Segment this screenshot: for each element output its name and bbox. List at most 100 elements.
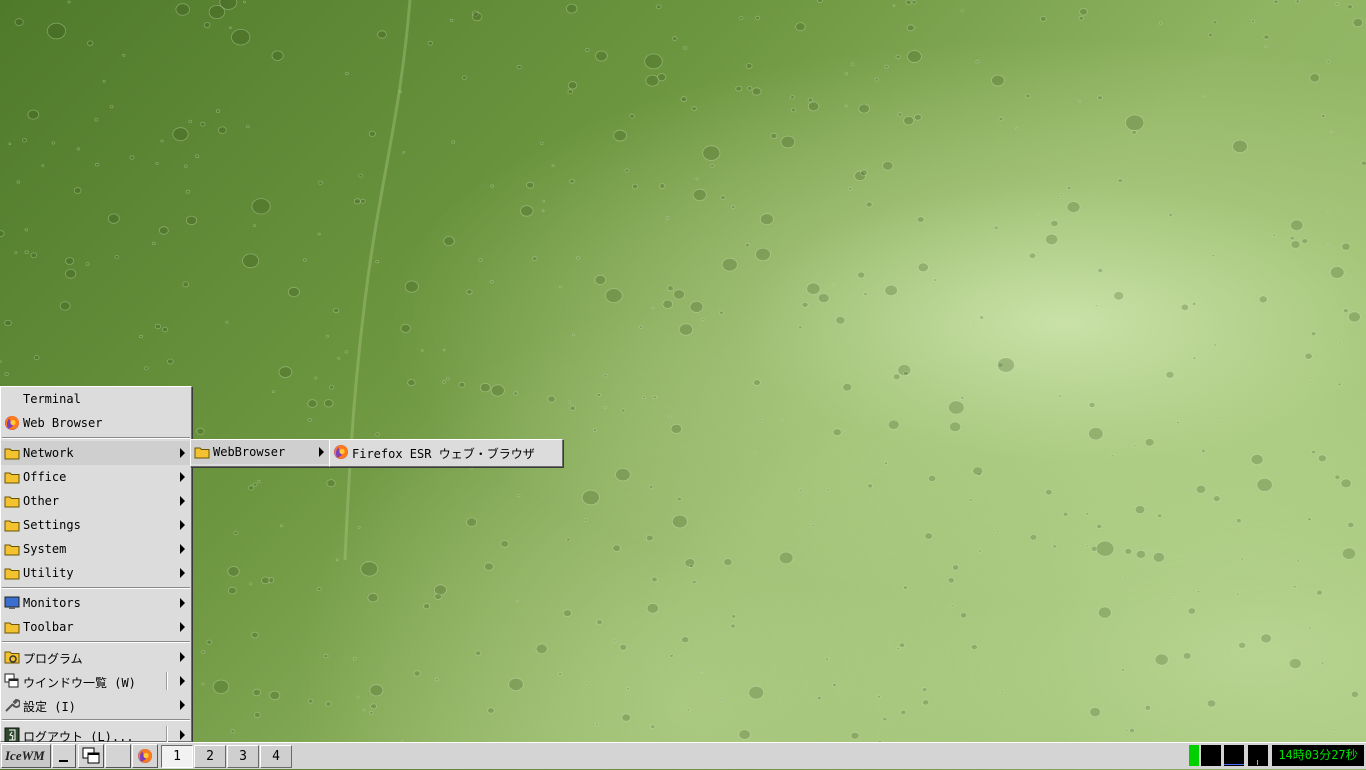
menu-item-label: Web Browser	[23, 416, 103, 430]
raindrop	[278, 366, 293, 378]
raindrop	[947, 400, 965, 415]
raindrop	[541, 209, 545, 212]
firefox-icon	[4, 415, 20, 431]
raindrop	[251, 198, 271, 215]
raindrop	[678, 323, 694, 336]
raindrop	[1309, 380, 1313, 384]
monitor-icon	[4, 595, 20, 611]
raindrop	[681, 636, 690, 644]
menu-item-monitors[interactable]: Monitors	[1, 591, 191, 615]
raindrop	[1085, 511, 1090, 516]
raindrop	[613, 129, 627, 142]
raindrop	[33, 355, 40, 361]
raindrop	[665, 216, 670, 220]
raindrop	[1308, 626, 1312, 630]
menu-item-label: ウインドウ一覧 (W)	[23, 676, 136, 690]
menu-item-webbrowser-folder[interactable]: WebBrowser	[191, 440, 330, 464]
menu-item-web-browser[interactable]: Web Browser	[1, 411, 191, 435]
raindrop	[1212, 19, 1218, 25]
raindrop	[1289, 219, 1304, 232]
raindrop	[94, 118, 99, 122]
raindrop	[874, 77, 879, 82]
show-desktop-button[interactable]	[52, 744, 76, 768]
raindrop	[1117, 178, 1123, 183]
submenu-arrow-icon	[180, 472, 185, 482]
raindrop	[445, 377, 450, 381]
raindrop	[676, 496, 682, 502]
firefox-launcher[interactable]	[132, 744, 158, 768]
raindrop	[377, 30, 387, 39]
menu-item-preferences[interactable]: 設定 (I)	[1, 693, 191, 717]
raindrop	[897, 112, 903, 117]
firefox-icon	[333, 444, 349, 460]
menu-item-utility[interactable]: Utility	[1, 561, 191, 585]
cpu-monitor[interactable]	[1189, 745, 1199, 766]
workspace-button-4[interactable]: 4	[260, 745, 292, 768]
raindrop	[4, 319, 12, 327]
workspace-button-1[interactable]: 1	[161, 745, 193, 768]
raindrop	[1165, 370, 1175, 379]
raindrop	[585, 47, 590, 52]
raindrop	[621, 408, 626, 413]
icewm-logo: IceWM	[5, 748, 45, 763]
raindrop	[253, 712, 261, 718]
menu-item-office[interactable]: Office	[1, 465, 191, 489]
raindrop	[195, 154, 200, 159]
raindrop	[641, 395, 646, 400]
raindrop	[1317, 454, 1327, 463]
menu-item-toolbar[interactable]: Toolbar	[1, 615, 191, 639]
workspace-button-2[interactable]: 2	[194, 745, 226, 768]
menu-item-programs[interactable]: プログラム	[1, 645, 191, 669]
raindrop	[959, 612, 968, 619]
memory-monitor[interactable]	[1201, 745, 1221, 766]
raindrop	[16, 180, 21, 184]
menu-item-settings[interactable]: Settings	[1, 513, 191, 537]
raindrop	[857, 271, 866, 279]
raindrop	[691, 106, 697, 111]
raindrop	[85, 262, 90, 266]
raindrop	[1040, 15, 1047, 22]
menu-item-terminal[interactable]: Terminal	[1, 387, 191, 411]
raindrop	[0, 360, 2, 363]
menu-item-network[interactable]: Network	[1, 441, 191, 465]
raindrop	[516, 599, 520, 603]
raindrop	[572, 333, 576, 337]
raindrop	[333, 307, 340, 314]
taskbar: IceWM 1 2 3 4 14時03分27秒	[0, 742, 1366, 769]
raindrop	[520, 205, 534, 217]
menu-item-system[interactable]: System	[1, 537, 191, 561]
submenu-arrow-icon	[180, 652, 185, 662]
terminal-launcher[interactable]	[105, 744, 131, 768]
menu-item-other[interactable]: Other	[1, 489, 191, 513]
raindrop	[807, 97, 814, 103]
clock[interactable]: 14時03分27秒	[1272, 745, 1364, 766]
menu-item-window-list[interactable]: ウインドウ一覧 (W)	[1, 669, 191, 693]
raindrop	[51, 141, 55, 145]
raindrop	[356, 695, 360, 699]
raindrop	[605, 288, 623, 304]
workspace-button-3[interactable]: 3	[227, 745, 259, 768]
network-monitor[interactable]	[1224, 745, 1244, 766]
raindrop	[1335, 2, 1340, 6]
raindrop	[144, 366, 149, 371]
raindrop	[686, 708, 690, 712]
raindrop	[1289, 235, 1295, 241]
menu-item-firefox-esr[interactable]: Firefox ESR ウェブ・ブラウザ	[330, 440, 562, 464]
raindrop	[479, 382, 491, 393]
raindrop	[596, 393, 601, 397]
window-list-button[interactable]	[78, 744, 104, 768]
raindrop	[972, 322, 976, 326]
start-button[interactable]: IceWM	[1, 744, 51, 768]
raindrop	[1263, 34, 1270, 40]
raindrop	[960, 9, 965, 13]
raindrop	[107, 213, 120, 224]
raindrop	[478, 257, 483, 262]
raindrop	[307, 399, 318, 408]
disk-monitor[interactable]	[1248, 745, 1268, 766]
raindrop	[451, 140, 456, 144]
raindrop	[370, 703, 378, 710]
raindrop	[1089, 707, 1101, 718]
raindrop	[699, 670, 703, 673]
raindrop	[670, 423, 683, 434]
raindrop	[14, 251, 18, 254]
